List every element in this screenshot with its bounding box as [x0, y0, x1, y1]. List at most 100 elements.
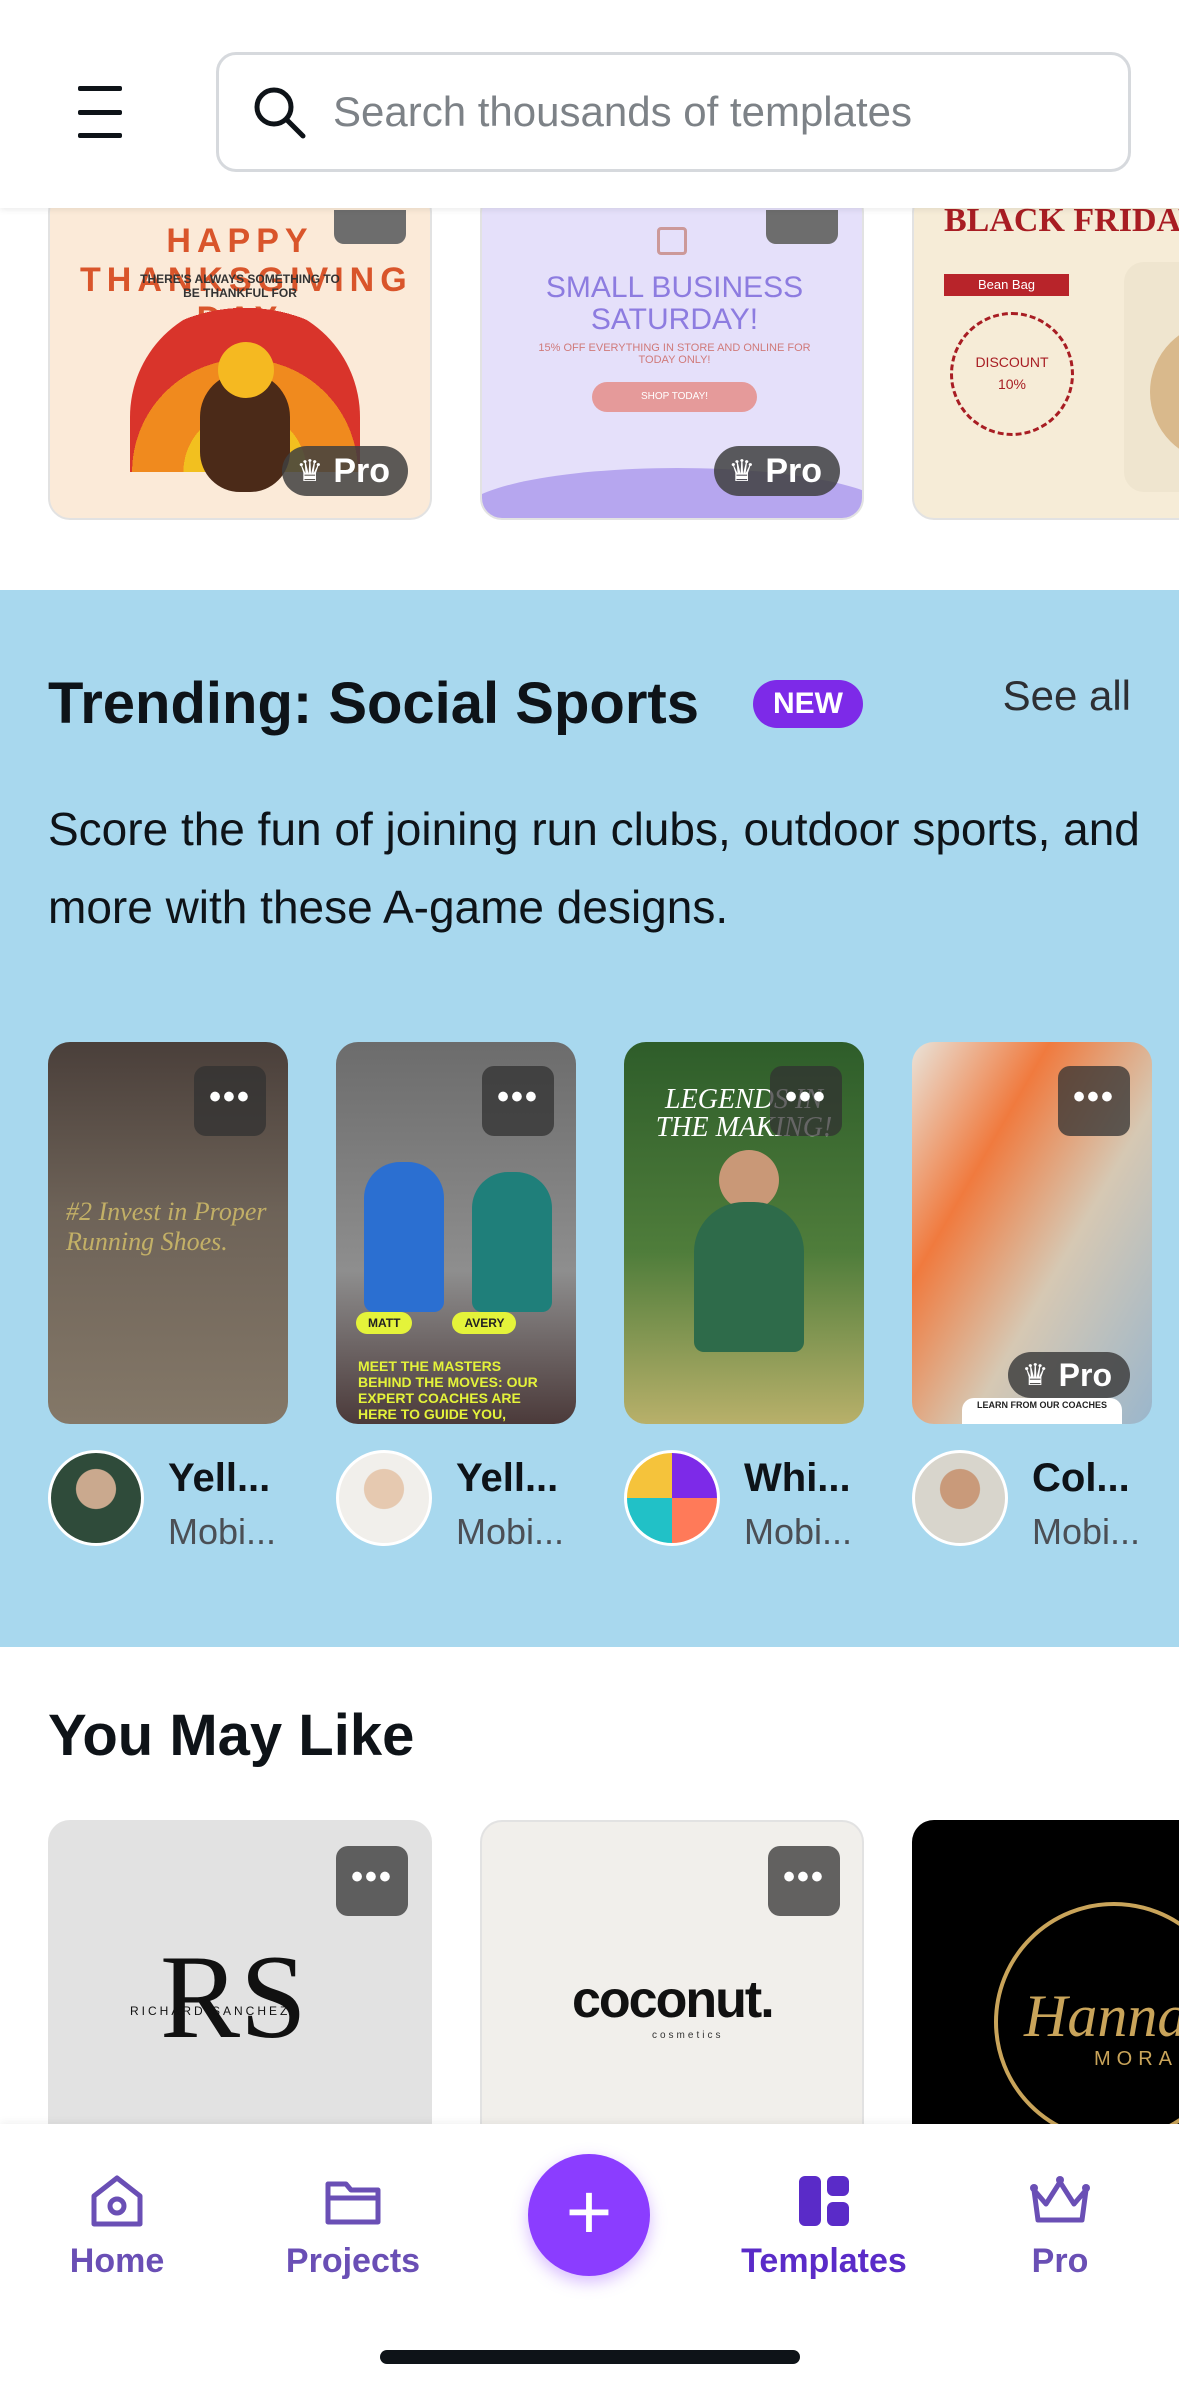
template-name: Yell... — [168, 1456, 271, 1500]
card-art-button: SHOP TODAY! — [592, 382, 757, 412]
you-may-like-row: RS RICHARD SANCHEZ ••• coconut. cosmetic… — [48, 1820, 1179, 2150]
discount-seal: DISCOUNT 10% — [950, 312, 1074, 436]
more-options-button[interactable]: ••• — [770, 1066, 842, 1136]
more-options-button[interactable]: ••• — [336, 1846, 408, 1916]
pro-badge: ♛ Pro — [282, 446, 408, 496]
more-options-button[interactable]: ••• — [768, 1846, 840, 1916]
template-card[interactable]: LEGENDS IN THE MAKING! ••• Whi... Mobi..… — [624, 1042, 864, 1558]
nav-label: Projects — [285, 2242, 421, 2280]
bottom-navigation: Home Projects + Templates Pro — [0, 2124, 1179, 2396]
more-options-button[interactable]: ••• — [482, 1066, 554, 1136]
template-type: Mobi... — [168, 1511, 277, 1552]
card-art-title: SMALL BUSINESS SATURDAY! — [545, 271, 804, 336]
card-art-logo: coconut. — [572, 1971, 775, 2029]
nav-home[interactable]: Home — [17, 2166, 217, 2281]
calendar-icon — [657, 227, 687, 255]
creator-avatar[interactable] — [624, 1450, 720, 1546]
template-thumbnail[interactable]: #2 Invest in Proper Running Shoes. ••• — [48, 1042, 288, 1424]
card-meta: Col... Mobi... — [912, 1450, 1152, 1558]
create-button[interactable]: + — [528, 2154, 650, 2276]
template-card-black-friday[interactable]: BLACK FRIDAY Bean Bag DISCOUNT 10% — [912, 190, 1179, 520]
nav-label: Home — [69, 2242, 165, 2280]
section-title: You May Like — [48, 1703, 415, 1768]
nav-label: Pro — [1031, 2242, 1089, 2280]
name-labels: MATT AVERY — [356, 1312, 517, 1334]
template-card-thanksgiving[interactable]: HAPPY THANKSGIVING DAY THERE'S ALWAYS SO… — [48, 190, 432, 520]
template-card[interactable]: MATT AVERY MEET THE MASTERS BEHIND THE M… — [336, 1042, 576, 1558]
menu-icon[interactable] — [78, 86, 138, 138]
home-icon — [17, 2166, 217, 2236]
top-bar: Search thousands of templates — [0, 0, 1179, 208]
name-label: AVERY — [452, 1312, 517, 1334]
card-art-text: MEET THE MASTERS BEHIND THE MOVES: OUR E… — [358, 1358, 538, 1424]
home-indicator — [380, 2350, 800, 2364]
template-name: Yell... — [456, 1456, 559, 1500]
search-placeholder: Search thousands of templates — [333, 88, 913, 135]
more-options-button[interactable] — [766, 210, 838, 244]
trending-section: Trending: Social Sports NEW See all Scor… — [0, 590, 1179, 1647]
see-all-link[interactable]: See all — [1003, 672, 1131, 720]
more-options-button[interactable]: ••• — [194, 1066, 266, 1136]
template-card[interactable]: Hanna MORAL — [912, 1820, 1179, 2150]
person-figure — [472, 1172, 552, 1312]
creator-avatar[interactable] — [48, 1450, 144, 1546]
person-figure — [364, 1162, 444, 1312]
search-input[interactable]: Search thousands of templates — [216, 52, 1131, 172]
card-art-title: BLACK FRIDAY — [944, 202, 1179, 239]
pro-badge-label: Pro — [1058, 1356, 1112, 1393]
page: Search thousands of templates HAPPY THAN… — [0, 0, 1179, 2396]
card-art-logo: Hanna — [1024, 1983, 1179, 2049]
nav-pro[interactable]: Pro — [960, 2166, 1160, 2281]
template-thumbnail[interactable]: MATT AVERY MEET THE MASTERS BEHIND THE M… — [336, 1042, 576, 1424]
search-icon — [254, 87, 306, 139]
template-name: Col... — [1032, 1456, 1130, 1500]
turkey-head — [218, 342, 274, 398]
creator-avatar[interactable] — [336, 1450, 432, 1546]
crown-icon: ♛ — [1021, 1358, 1049, 1392]
name-label: MATT — [356, 1312, 413, 1334]
template-thumbnail[interactable]: LEGENDS IN THE MAKING! ••• — [624, 1042, 864, 1424]
templates-icon — [724, 2166, 924, 2236]
template-type: Mobi... — [456, 1511, 565, 1552]
new-badge: NEW — [753, 680, 863, 728]
pro-badge-label: Pro — [765, 451, 822, 490]
creator-avatar[interactable] — [912, 1450, 1008, 1546]
discount-label: DISCOUNT — [975, 354, 1049, 370]
card-art-subtitle: THERE'S ALWAYS SOMETHING TO BE THANKFUL … — [140, 272, 340, 300]
crown-icon — [960, 2166, 1160, 2236]
card-art-logo: RS — [160, 1930, 307, 2063]
template-card-small-business[interactable]: SMALL BUSINESS SATURDAY! 15% OFF EVERYTH… — [480, 190, 864, 520]
template-name: Whi... — [744, 1456, 851, 1500]
nav-templates[interactable]: Templates — [724, 2166, 924, 2281]
template-card[interactable]: ••• LEARN FROM OUR COACHES ♛ Pro Col... M… — [912, 1042, 1152, 1558]
crown-icon: ♛ — [296, 454, 324, 488]
template-card[interactable]: coconut. cosmetics ••• — [480, 1820, 864, 2150]
pro-badge: ♛ Pro — [1007, 1352, 1130, 1398]
card-meta-text: Col... Mobi... — [1032, 1450, 1152, 1558]
person-head — [719, 1150, 779, 1210]
card-meta-text: Yell... Mobi... — [168, 1450, 288, 1558]
folder-icon — [253, 2166, 453, 2236]
pro-badge-label: Pro — [333, 451, 390, 490]
nav-projects[interactable]: Projects — [253, 2166, 453, 2281]
card-art-tag: Bean Bag — [944, 274, 1069, 296]
card-meta-text: Whi... Mobi... — [744, 1450, 864, 1558]
card-art-subtitle: RICHARD SANCHEZ — [130, 2004, 291, 2018]
top-templates-row: HAPPY THANKSGIVING DAY THERE'S ALWAYS SO… — [48, 190, 1179, 520]
template-thumbnail[interactable]: ••• LEARN FROM OUR COACHES ♛ Pro — [912, 1042, 1152, 1424]
person-figure — [694, 1202, 804, 1352]
template-type: Mobi... — [1032, 1511, 1141, 1552]
section-description: Score the fun of joining run clubs, outd… — [48, 803, 1140, 933]
pro-badge: ♛ Pro — [714, 446, 840, 496]
crown-icon: ♛ — [728, 454, 756, 488]
template-type: Mobi... — [744, 1511, 853, 1552]
discount-value: 10% — [997, 376, 1027, 392]
template-card[interactable]: RS RICHARD SANCHEZ ••• — [48, 1820, 432, 2150]
card-meta: Yell... Mobi... — [48, 1450, 288, 1558]
card-art-text: LEARN FROM OUR COACHES — [962, 1398, 1122, 1424]
more-options-button[interactable]: ••• — [1058, 1066, 1130, 1136]
card-art-subtitle: 15% OFF EVERYTHING IN STORE AND ONLINE F… — [538, 342, 811, 366]
card-meta: Whi... Mobi... — [624, 1450, 864, 1558]
template-card[interactable]: #2 Invest in Proper Running Shoes. ••• Y… — [48, 1042, 288, 1558]
card-art-text: #2 Invest in Proper Running Shoes. — [66, 1197, 267, 1256]
